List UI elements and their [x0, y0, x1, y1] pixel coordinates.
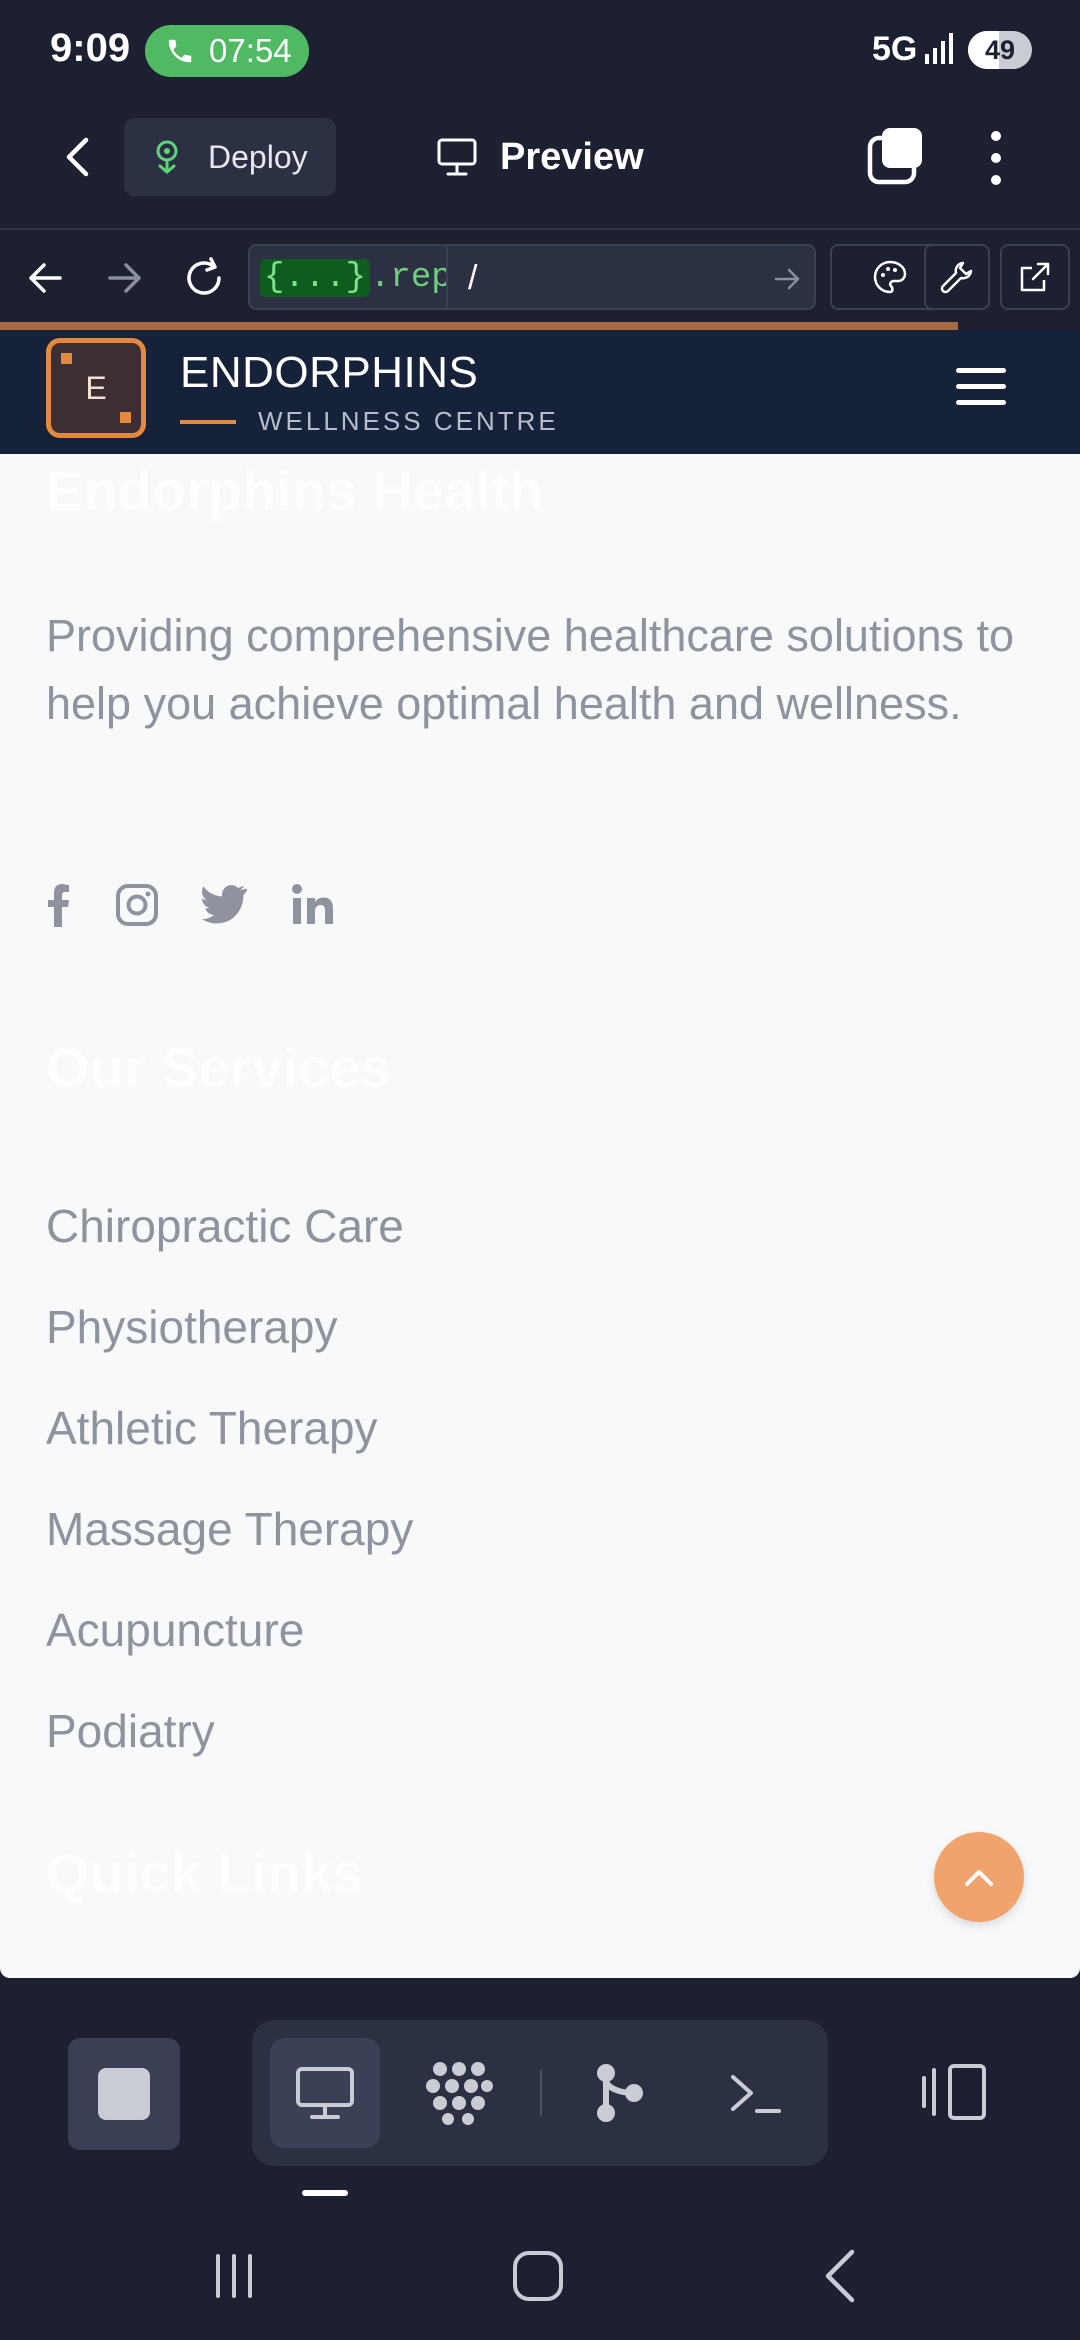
footer-title: Endorphins Health — [46, 459, 544, 522]
service-link[interactable]: Massage Therapy — [46, 1479, 413, 1580]
logo-letter: E — [85, 370, 107, 406]
battery-level: 49 — [984, 35, 1016, 65]
back-icon[interactable] — [818, 2248, 862, 2304]
tool-divider — [540, 2070, 542, 2116]
service-link[interactable]: Athletic Therapy — [46, 1378, 413, 1479]
home-icon[interactable] — [510, 2248, 566, 2304]
url-path[interactable]: / — [468, 254, 477, 302]
system-navigation-bar — [0, 2208, 1080, 2340]
brand-tagline: WELLNESS CENTRE — [258, 406, 559, 436]
clock: 9:09 — [50, 26, 131, 70]
monitor-icon — [437, 138, 477, 176]
devices-icon[interactable] — [920, 2062, 990, 2122]
stop-icon — [98, 2068, 150, 2120]
nav-back-icon[interactable] — [22, 254, 70, 302]
wrench-icon — [940, 261, 973, 294]
palette-icon — [873, 260, 907, 294]
service-link[interactable]: Podiatry — [46, 1681, 413, 1782]
recents-icon[interactable] — [210, 2252, 258, 2300]
site-logo[interactable]: E — [46, 338, 146, 438]
service-link[interactable]: Physiotherapy — [46, 1277, 413, 1378]
tool-switcher — [252, 2020, 828, 2166]
chevron-up-icon — [965, 1870, 993, 1886]
deploy-icon — [156, 140, 178, 174]
tool-webview[interactable] — [270, 2038, 380, 2148]
webview-icon — [296, 2067, 354, 2119]
tool-git[interactable] — [564, 2038, 674, 2148]
deploy-label: Deploy — [208, 139, 308, 175]
tabs-icon[interactable] — [866, 126, 926, 186]
active-tool-indicator — [302, 2190, 348, 2196]
signal-icon — [925, 33, 953, 64]
url-host: {...}.replit.c — [260, 254, 446, 302]
preview-label: Preview — [500, 136, 644, 178]
instagram-icon[interactable] — [112, 880, 162, 930]
deploy-button[interactable]: Deploy — [124, 118, 336, 196]
tool-shell[interactable] — [700, 2038, 810, 2148]
twitter-icon[interactable] — [200, 880, 250, 930]
hamburger-menu-icon[interactable] — [956, 368, 1006, 408]
tool-workspace[interactable] — [404, 2038, 514, 2148]
linkedin-icon[interactable] — [288, 880, 338, 930]
nav-forward-icon[interactable] — [100, 254, 148, 302]
facebook-icon[interactable] — [34, 880, 84, 930]
service-link[interactable]: Acupuncture — [46, 1580, 413, 1681]
scroll-to-top-button[interactable] — [934, 1832, 1024, 1922]
replit-top-bar: Deploy Preview — [0, 100, 1080, 230]
about-text: Providing comprehensive healthcare solut… — [46, 610, 1015, 729]
tab-preview[interactable]: Preview — [436, 130, 644, 184]
external-link-icon — [1020, 262, 1050, 292]
site-header: E ENDORPHINS WELLNESS CENTRE — [0, 330, 1080, 454]
quick-links-heading: Quick Links — [46, 1841, 364, 1904]
network-type: 5G — [872, 30, 918, 68]
replit-bottom-toolbar — [0, 1978, 1080, 2208]
url-bar: {...}.replit.c / — [0, 230, 1080, 330]
call-timer: 07:54 — [209, 32, 292, 69]
service-link[interactable]: Chiropractic Care — [46, 1176, 413, 1277]
workspace-icon — [426, 2062, 493, 2125]
git-icon — [597, 2064, 643, 2122]
back-arrow-icon[interactable] — [52, 130, 106, 184]
services-list: Chiropractic Care Physiotherapy Athletic… — [46, 1176, 413, 1782]
shell-icon — [731, 2075, 781, 2113]
phone-icon — [168, 39, 192, 63]
url-input[interactable]: {...}.replit.c / — [248, 244, 816, 310]
reload-icon[interactable] — [180, 254, 228, 302]
url-separator — [446, 246, 448, 308]
go-arrow-icon[interactable] — [770, 262, 804, 296]
page-load-progress — [0, 322, 958, 330]
open-new-tab-button[interactable] — [1000, 244, 1070, 310]
url-host-badge: {...} — [260, 259, 371, 297]
battery-icon: 49 — [968, 31, 1032, 69]
webview[interactable]: E ENDORPHINS WELLNESS CENTRE Endorphins … — [0, 330, 1080, 1978]
devtools-button[interactable] — [924, 244, 990, 310]
stop-button[interactable] — [68, 2038, 180, 2150]
status-bar: 9:09 07:54 5G 49 — [0, 0, 1080, 100]
url-host-text: .replit.c — [370, 259, 446, 297]
brand-name: ENDORPHINS — [180, 348, 479, 397]
more-vertical-icon[interactable] — [986, 128, 1006, 188]
call-timer-pill[interactable]: 07:54 — [145, 25, 309, 77]
services-heading: Our Services — [46, 1036, 392, 1099]
brand-accent-line — [180, 420, 236, 424]
